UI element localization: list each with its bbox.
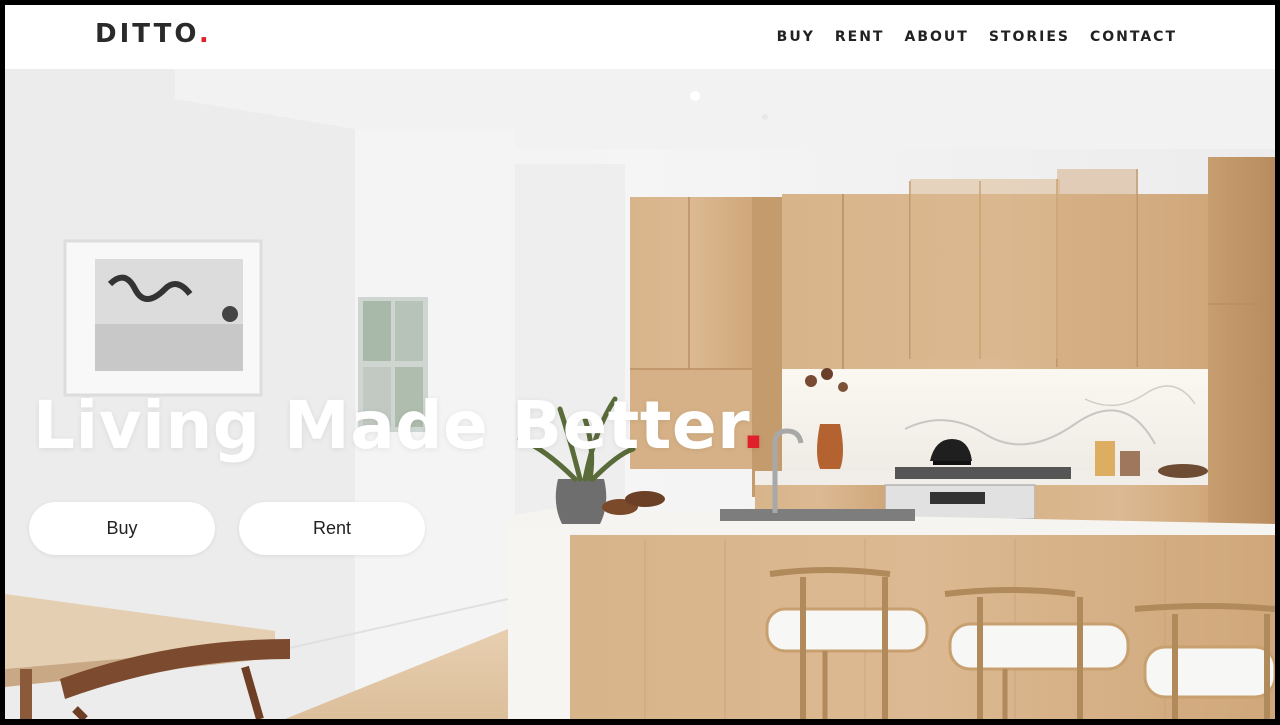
logo-dot: . — [198, 19, 212, 49]
browser-viewport: DITTO. BUY RENT ABOUT STORIES CONTACT Li… — [5, 5, 1275, 719]
hero-section: Living Made Better. Buy Rent — [5, 69, 1275, 719]
main-nav: BUY RENT ABOUT STORIES CONTACT — [777, 29, 1177, 45]
hero-rent-button[interactable]: Rent — [239, 502, 425, 555]
nav-link-about[interactable]: ABOUT — [904, 29, 968, 45]
site-header: DITTO. BUY RENT ABOUT STORIES CONTACT — [5, 5, 1275, 69]
hero-buy-button[interactable]: Buy — [29, 502, 215, 555]
hero-headline-text: Living Made Better — [33, 387, 741, 464]
nav-link-buy[interactable]: BUY — [777, 29, 815, 45]
nav-link-rent[interactable]: RENT — [835, 29, 885, 45]
logo-text: DITTO — [95, 19, 199, 49]
site-logo[interactable]: DITTO. — [95, 19, 212, 49]
hero-headline: Living Made Better. — [33, 387, 766, 464]
nav-link-stories[interactable]: STORIES — [989, 29, 1070, 45]
hero-headline-dot: . — [740, 387, 767, 464]
nav-link-contact[interactable]: CONTACT — [1090, 29, 1177, 45]
